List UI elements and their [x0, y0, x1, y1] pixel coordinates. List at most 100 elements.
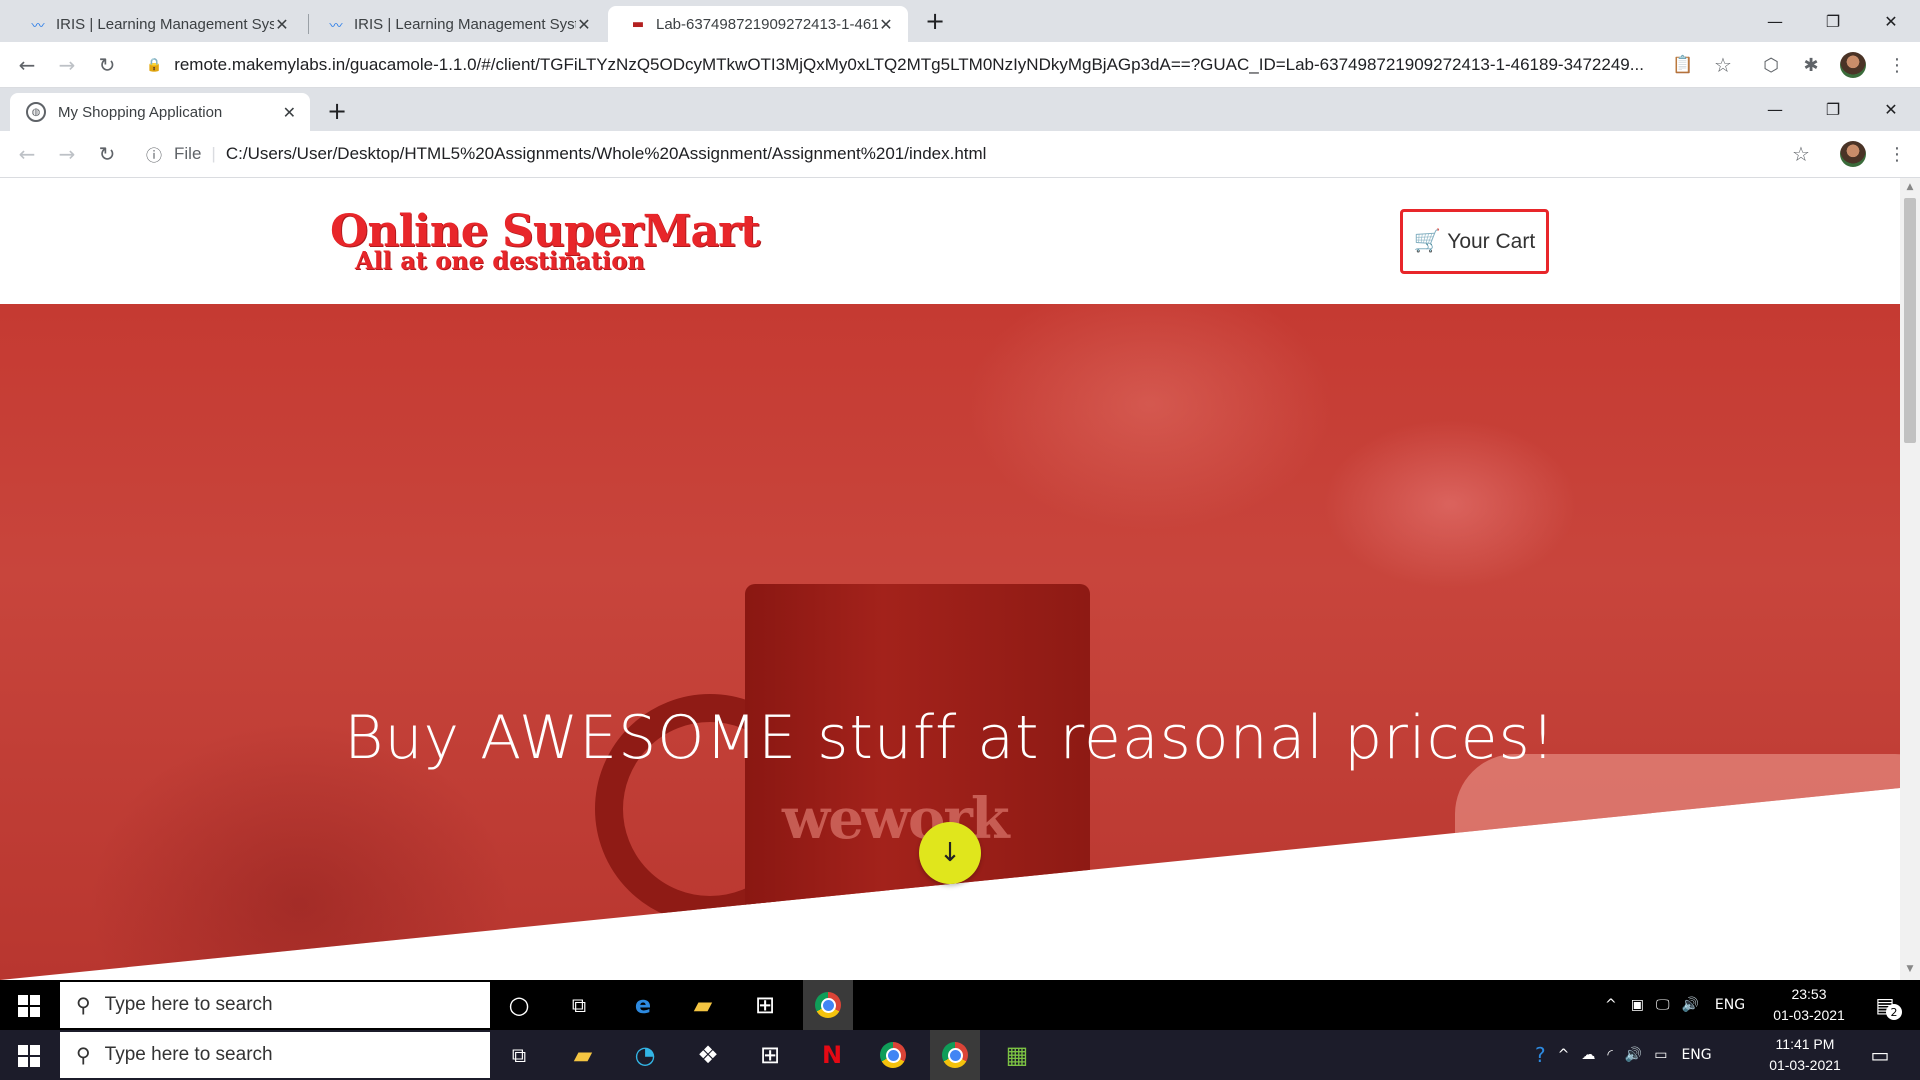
your-cart-button[interactable]: 🛒 Your Cart — [1400, 209, 1549, 274]
address-text: C:/Users/User/Desktop/HTML5%20Assignment… — [225, 144, 987, 163]
minimize-button[interactable]: — — [1746, 88, 1804, 131]
language-indicator[interactable]: ENG — [1681, 1047, 1711, 1063]
store-icon[interactable]: ⊞ — [745, 1030, 795, 1080]
scroll-down-button[interactable]: ↓ — [919, 822, 981, 884]
new-tab-button[interactable]: + — [322, 96, 352, 126]
volume-icon[interactable]: 🔊 — [1681, 997, 1698, 1013]
spreadsheet-app-icon[interactable]: ▦ — [992, 1030, 1042, 1080]
address-bar[interactable]: 🔒 remote.makemylabs.in/guacamole-1.1.0/#… — [146, 50, 1656, 80]
clock-date: 01-03-2021 — [1769, 1057, 1841, 1073]
close-window-button[interactable]: ✕ — [1862, 88, 1920, 131]
bookmark-star-icon[interactable]: ☆ — [1786, 139, 1816, 169]
system-tray: ^ ▣ 🖵 🔊 ENG — [1605, 980, 1745, 1030]
close-icon[interactable]: ✕ — [576, 15, 592, 34]
cloud-icon[interactable]: ☁ — [1581, 1047, 1595, 1063]
menu-kebab-icon[interactable]: ⋮ — [1882, 50, 1912, 80]
close-icon[interactable]: ✕ — [274, 15, 290, 34]
edge-icon[interactable]: ◔ — [620, 1030, 670, 1080]
search-icon: ⚲ — [76, 993, 91, 1017]
notifications-icon[interactable]: ▤ 2 — [1860, 980, 1910, 1030]
file-explorer-icon[interactable]: ▰ — [678, 980, 728, 1030]
clock-time: 23:53 — [1791, 986, 1827, 1002]
minimize-button[interactable]: — — [1746, 0, 1804, 42]
restore-button[interactable]: ❐ — [1804, 88, 1862, 131]
clock[interactable]: 11:41 PM 01-03-2021 — [1760, 1034, 1850, 1076]
address-divider: | — [211, 144, 216, 163]
volume-icon[interactable]: 🔊 — [1625, 1047, 1642, 1063]
dropbox-icon[interactable]: ❖ — [683, 1030, 733, 1080]
windows-start-icon[interactable] — [18, 1045, 40, 1067]
lab-icon: ▬ — [631, 16, 645, 32]
taskbar-search-input[interactable]: ⚲ Type here to search — [60, 982, 490, 1028]
iris-icon: 〰 — [329, 18, 343, 34]
battery-icon[interactable]: ▭ — [1654, 1047, 1667, 1063]
store-icon[interactable]: ⊞ — [740, 980, 790, 1030]
bookmark-star-icon[interactable]: ☆ — [1708, 50, 1738, 80]
avatar[interactable] — [1840, 52, 1866, 78]
logo-tagline: All at one destination — [355, 246, 645, 275]
chrome-icon[interactable] — [868, 1030, 918, 1080]
avatar[interactable] — [1840, 141, 1866, 167]
file-label: File — [174, 144, 202, 163]
site-logo[interactable]: Online SuperMart All at one destination — [330, 210, 780, 280]
remote-taskbar: ⚲ Type here to search ○ ⧉ e ▰ ⊞ ^ ▣ 🖵 🔊 … — [0, 980, 1920, 1030]
close-window-button[interactable]: ✕ — [1862, 0, 1920, 42]
extensions-puzzle-icon[interactable]: ✱ — [1796, 50, 1826, 80]
outer-tab-iris-2[interactable]: 〰 IRIS | Learning Management Syst ✕ — [306, 6, 606, 42]
device-icon[interactable]: ▣ — [1631, 997, 1644, 1013]
extension-cube-icon[interactable]: ⬡ — [1756, 50, 1786, 80]
chevron-up-icon[interactable]: ^ — [1558, 1047, 1570, 1063]
inner-tab-shopping[interactable]: ◍ My Shopping Application ✕ — [10, 93, 310, 131]
mug-image — [745, 584, 1090, 980]
forward-button[interactable]: → — [52, 139, 82, 169]
reload-button[interactable]: ↻ — [92, 50, 122, 80]
task-view-icon[interactable]: ⧉ — [494, 1030, 544, 1080]
page-scrollbar[interactable]: ▲ ▼ — [1900, 178, 1920, 980]
background-cup-image — [1455, 754, 1900, 980]
forward-button[interactable]: → — [52, 50, 82, 80]
address-text: remote.makemylabs.in/guacamole-1.1.0/#/c… — [174, 55, 1644, 74]
network-icon[interactable]: 🖵 — [1656, 997, 1670, 1013]
scrollbar-thumb[interactable] — [1904, 198, 1916, 443]
chrome-icon[interactable] — [803, 980, 853, 1030]
clipboard-icon[interactable]: 📋 — [1668, 50, 1698, 80]
outer-tab-bar: 〰 IRIS | Learning Management Syst ✕ 〰 IR… — [0, 0, 1920, 42]
notifications-icon[interactable]: ▭ — [1855, 1030, 1905, 1080]
tab-title: IRIS | Learning Management Syst — [56, 15, 274, 33]
back-button[interactable]: ← — [12, 50, 42, 80]
iris-icon: 〰 — [31, 18, 45, 34]
file-explorer-icon[interactable]: ▰ — [558, 1030, 608, 1080]
close-icon[interactable]: ✕ — [878, 15, 894, 34]
netflix-icon[interactable]: N — [807, 1030, 857, 1080]
back-button[interactable]: ← — [12, 139, 42, 169]
search-icon: ⚲ — [76, 1043, 91, 1067]
scroll-up-arrow-icon[interactable]: ▲ — [1900, 182, 1920, 192]
site-header: Online SuperMart All at one destination … — [0, 178, 1900, 304]
task-view-icon[interactable]: ⧉ — [554, 980, 604, 1030]
wifi-icon[interactable]: ◜ — [1607, 1047, 1612, 1063]
edge-legacy-icon[interactable]: e — [618, 980, 668, 1030]
outer-tab-lab[interactable]: ▬ Lab-637498721909272413-1-461 ✕ — [608, 6, 908, 42]
taskbar-search-input[interactable]: ⚲ Type here to search — [60, 1032, 490, 1078]
tab-title: Lab-637498721909272413-1-461 — [656, 15, 878, 33]
page-viewport: Online SuperMart All at one destination … — [0, 178, 1920, 980]
search-placeholder: Type here to search — [104, 994, 273, 1015]
windows-start-icon[interactable] — [18, 995, 40, 1017]
clock[interactable]: 23:53 01-03-2021 — [1764, 984, 1854, 1026]
outer-tab-iris-1[interactable]: 〰 IRIS | Learning Management Syst ✕ — [8, 6, 304, 42]
language-indicator[interactable]: ENG — [1715, 997, 1745, 1013]
hero-title: Buy AWESOME stuff at reasonal prices! — [344, 703, 1556, 773]
new-tab-button[interactable]: + — [920, 6, 950, 36]
clock-time: 11:41 PM — [1775, 1036, 1835, 1052]
scroll-down-arrow-icon[interactable]: ▼ — [1900, 964, 1920, 974]
tab-title: My Shopping Application — [58, 103, 223, 121]
reload-button[interactable]: ↻ — [92, 139, 122, 169]
address-bar[interactable]: ⓘ File | C:/Users/User/Desktop/HTML5%20A… — [146, 139, 1746, 169]
help-icon[interactable]: ? — [1535, 1043, 1546, 1067]
cortana-icon[interactable]: ○ — [494, 980, 544, 1030]
chrome-profile-icon[interactable] — [930, 1030, 980, 1080]
restore-button[interactable]: ❐ — [1804, 0, 1862, 42]
close-icon[interactable]: ✕ — [283, 103, 296, 122]
chevron-up-icon[interactable]: ^ — [1605, 997, 1617, 1013]
menu-kebab-icon[interactable]: ⋮ — [1882, 139, 1912, 169]
